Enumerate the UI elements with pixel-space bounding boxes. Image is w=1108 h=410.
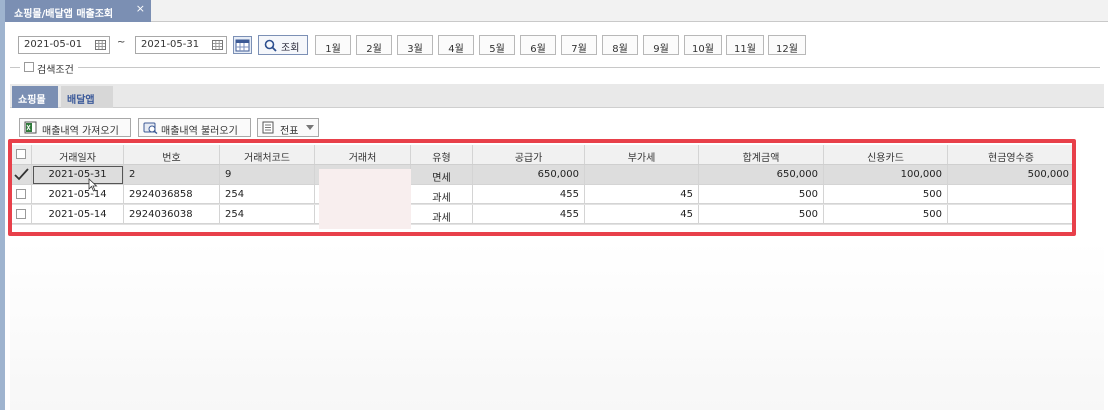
month-button-9[interactable]: 9월 — [643, 35, 679, 55]
fetch-sales-button[interactable]: 매출내역 가져오기 — [19, 118, 131, 137]
month-button-10[interactable]: 10월 — [684, 35, 722, 55]
load-sales-button[interactable]: 매출내역 불러오기 — [138, 118, 251, 137]
left-edge-strip — [0, 0, 5, 410]
grid-empty-area — [10, 240, 1104, 410]
month-button-2[interactable]: 2월 — [356, 35, 392, 55]
month-button-11[interactable]: 11월 — [726, 35, 764, 55]
mouse-cursor-icon — [88, 178, 98, 192]
search-condition-row: 검색조건 — [10, 60, 1100, 76]
date-to-field[interactable]: 2021-05-31 — [135, 36, 227, 54]
document-icon — [262, 121, 274, 134]
search-button[interactable]: 조회 — [258, 35, 308, 55]
date-range-separator: ~ — [117, 37, 126, 48]
divider — [10, 67, 20, 68]
search-condition-checkbox[interactable] — [24, 62, 34, 72]
search-condition-label: 검색조건 — [37, 65, 74, 76]
month-button-5[interactable]: 5월 — [479, 35, 515, 55]
month-button-1[interactable]: 1월 — [315, 35, 351, 55]
close-icon[interactable]: × — [136, 2, 145, 15]
month-button-6[interactable]: 6월 — [520, 35, 556, 55]
calendar-grid-icon[interactable] — [95, 40, 106, 50]
load-icon — [143, 122, 158, 134]
tab-shopping-mall[interactable]: 쇼핑몰 — [12, 86, 58, 108]
date-from-field[interactable]: 2021-05-01 — [18, 36, 110, 54]
voucher-dropdown[interactable]: 전표 — [257, 118, 319, 137]
divider — [78, 67, 1100, 68]
month-button-7[interactable]: 7월 — [561, 35, 597, 55]
month-button-3[interactable]: 3월 — [397, 35, 433, 55]
date-from-value: 2021-05-01 — [24, 39, 83, 50]
fetch-sales-label: 매출내역 가져오기 — [42, 126, 119, 137]
voucher-label: 전표 — [280, 126, 299, 137]
date-to-value: 2021-05-31 — [141, 39, 200, 50]
tab-delivery-app[interactable]: 배달앱 — [61, 86, 113, 108]
month-button-8[interactable]: 8월 — [602, 35, 638, 55]
load-sales-label: 매출내역 불러오기 — [161, 126, 238, 137]
excel-import-icon — [24, 121, 37, 134]
annotation-highlight-box — [8, 139, 1076, 236]
document-tab-strip: 쇼핑몰/배달앱 매출조회 × — [5, 0, 1108, 22]
calendar-grid-icon[interactable] — [212, 40, 223, 50]
calendar-button[interactable] — [233, 36, 252, 54]
month-button-4[interactable]: 4월 — [438, 35, 474, 55]
magnifier-icon — [264, 39, 277, 52]
section-tab-bar: 쇼핑몰 배달앱 — [10, 84, 1104, 108]
month-button-12[interactable]: 12월 — [768, 35, 806, 55]
search-button-label: 조회 — [281, 43, 300, 54]
chevron-down-icon — [306, 125, 314, 130]
calendar-icon — [235, 39, 250, 52]
document-tab-title: 쇼핑몰/배달앱 매출조회 — [14, 9, 114, 20]
document-tab[interactable]: 쇼핑몰/배달앱 매출조회 × — [5, 0, 151, 22]
